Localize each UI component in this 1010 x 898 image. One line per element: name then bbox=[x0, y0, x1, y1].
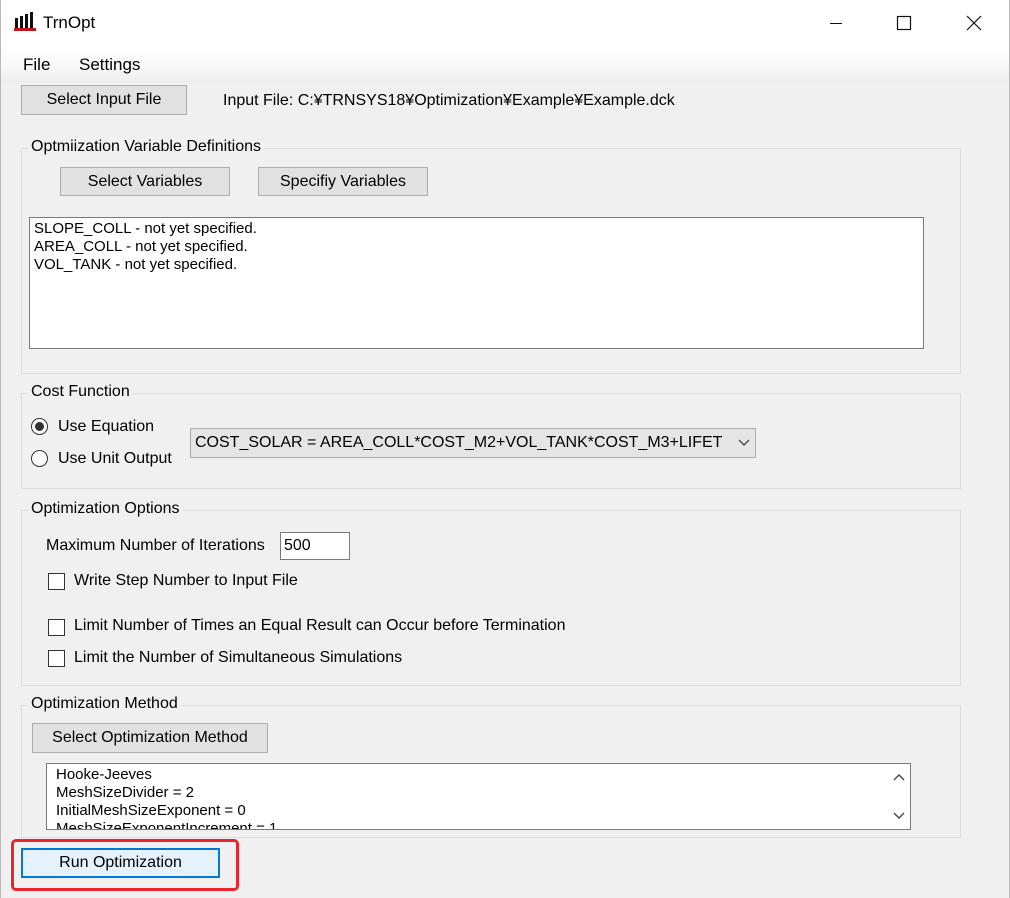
minimize-button[interactable] bbox=[813, 0, 859, 46]
limit-simultaneous-label[interactable]: Limit the Number of Simultaneous Simulat… bbox=[74, 649, 402, 667]
menu-file[interactable]: File bbox=[23, 55, 50, 75]
limit-equal-checkbox[interactable] bbox=[48, 619, 65, 636]
minimize-icon bbox=[830, 23, 842, 24]
variables-list[interactable]: SLOPE_COLL - not yet specified. AREA_COL… bbox=[29, 217, 924, 349]
write-step-label[interactable]: Write Step Number to Input File bbox=[74, 572, 298, 590]
limit-equal-label[interactable]: Limit Number of Times an Equal Result ca… bbox=[74, 617, 565, 635]
chevron-up-icon[interactable] bbox=[888, 766, 910, 788]
menu-settings[interactable]: Settings bbox=[79, 55, 140, 75]
select-input-file-button[interactable]: Select Input File bbox=[21, 85, 187, 115]
use-unit-output-label[interactable]: Use Unit Output bbox=[58, 450, 172, 468]
limit-simultaneous-checkbox[interactable] bbox=[48, 650, 65, 667]
list-item[interactable]: InitialMeshSizeExponent = 0 bbox=[47, 802, 910, 820]
variable-definitions-title: Optmiization Variable Definitions bbox=[28, 138, 265, 156]
list-item[interactable]: Hooke-Jeeves bbox=[47, 766, 910, 784]
trnopt-window: TrnOpt File Settings Select Input File I… bbox=[0, 0, 1010, 898]
menu-bar: File Settings bbox=[1, 46, 1009, 82]
close-button[interactable] bbox=[951, 0, 997, 46]
chevron-down-icon[interactable] bbox=[888, 805, 910, 827]
app-logo-icon bbox=[14, 12, 36, 31]
write-step-checkbox[interactable] bbox=[48, 573, 65, 590]
input-file-path: Input File: C:¥TRNSYS18¥Optimization¥Exa… bbox=[223, 92, 675, 109]
method-list-scrollbar[interactable] bbox=[888, 764, 910, 829]
use-unit-output-radio[interactable] bbox=[31, 450, 48, 467]
maximize-button[interactable] bbox=[881, 0, 927, 46]
optimization-method-list[interactable]: Hooke-Jeeves MeshSizeDivider = 2 Initial… bbox=[46, 763, 911, 830]
chevron-down-icon[interactable] bbox=[733, 429, 755, 457]
list-item[interactable]: AREA_COLL - not yet specified. bbox=[30, 238, 923, 256]
title-bar: TrnOpt bbox=[1, 0, 1009, 46]
window-title: TrnOpt bbox=[43, 13, 96, 32]
list-item[interactable]: MeshSizeDivider = 2 bbox=[47, 784, 910, 802]
use-equation-radio[interactable] bbox=[31, 418, 48, 435]
max-iterations-label: Maximum Number of Iterations bbox=[46, 537, 265, 554]
cost-equation-value: COST_SOLAR = AREA_COLL*COST_M2+VOL_TANK*… bbox=[195, 434, 723, 451]
maximize-icon bbox=[896, 15, 912, 31]
select-variables-button[interactable]: Select Variables bbox=[60, 167, 230, 196]
list-item[interactable]: MeshSizeExponentIncrement = 1 bbox=[47, 820, 910, 829]
specify-variables-button[interactable]: Specifiy Variables bbox=[258, 167, 428, 196]
select-optimization-method-button[interactable]: Select Optimization Method bbox=[32, 723, 268, 753]
max-iterations-input[interactable]: 500 bbox=[280, 532, 350, 560]
run-optimization-button[interactable]: Run Optimization bbox=[21, 848, 220, 878]
list-item[interactable]: SLOPE_COLL - not yet specified. bbox=[30, 220, 923, 238]
close-icon bbox=[966, 15, 982, 31]
cost-equation-dropdown[interactable]: COST_SOLAR = AREA_COLL*COST_M2+VOL_TANK*… bbox=[190, 428, 756, 458]
list-item[interactable]: VOL_TANK - not yet specified. bbox=[30, 256, 923, 274]
use-equation-label[interactable]: Use Equation bbox=[58, 418, 154, 436]
optimization-options-title: Optimization Options bbox=[28, 500, 183, 518]
cost-function-title: Cost Function bbox=[28, 383, 133, 401]
optimization-method-title: Optimization Method bbox=[28, 695, 181, 713]
